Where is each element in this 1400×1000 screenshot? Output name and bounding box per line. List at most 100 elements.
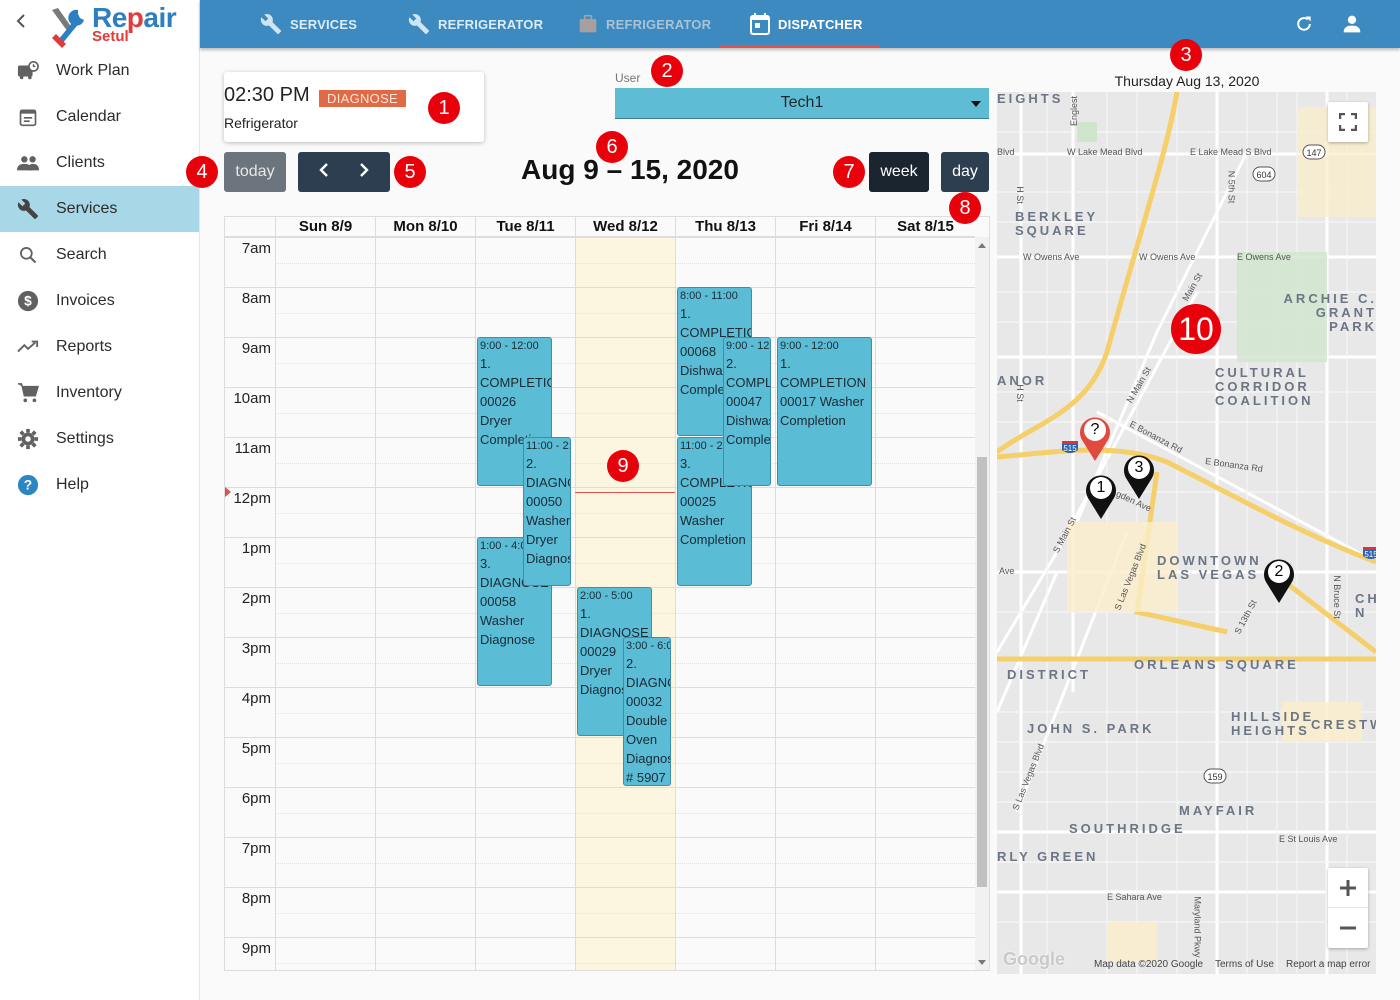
app-logo[interactable]: Repair Setul (48, 2, 188, 48)
annotation-marker: 4 (186, 156, 218, 188)
sidebar-item-calendar[interactable]: Calendar (0, 94, 199, 140)
terms-of-use-link[interactable]: Terms of Use (1215, 959, 1274, 970)
week-view-button[interactable]: week (869, 152, 929, 192)
calendar-event[interactable]: 9:00 - 12:00 1. COMPLETION 00017 Washer Comp… (777, 337, 872, 486)
day-column-header[interactable]: Mon 8/10 (375, 217, 475, 237)
calendar-scrollbar[interactable] (975, 237, 989, 970)
map-data-attribution: Map data ©2020 Google (1094, 959, 1204, 970)
annotation-marker: 8 (949, 192, 981, 224)
shield-number: 159 (1207, 772, 1222, 782)
gear-icon (16, 427, 40, 451)
fullscreen-button[interactable] (1328, 102, 1368, 142)
hour-label: 7am (241, 240, 271, 257)
street-label: H St (1014, 384, 1025, 402)
map[interactable]: EIGHTS BERKLEY SQUARE ARCHIE C. GRANT PA… (997, 92, 1376, 974)
pin-label: 3 (1134, 459, 1144, 476)
sidebar-item-search[interactable]: Search (0, 232, 199, 278)
event-text-line: 2. (526, 456, 537, 471)
map-pin-2[interactable]: 2 (1262, 556, 1296, 609)
chevron-right-icon[interactable] (358, 162, 370, 183)
user-select[interactable]: Tech1 (615, 88, 989, 119)
calendar-event[interactable]: 9:00 - 12:00 2. COMPLETION 00047 Dishwasher C… (723, 337, 771, 486)
zoom-out-button[interactable] (1328, 908, 1368, 948)
street-label: W Owens Ave (1023, 252, 1080, 262)
logo-part: p (126, 2, 144, 33)
event-text-line: COMPLETION (726, 375, 771, 390)
event-text-line: DIAGNOSE (526, 475, 570, 490)
annotation-marker: 6 (596, 131, 628, 163)
sidebar-item-label: Reports (56, 338, 113, 355)
hour-row: 8am (225, 287, 975, 337)
day-column-header[interactable]: Wed 8/12 (575, 217, 675, 237)
zoom-in-button[interactable] (1328, 868, 1368, 908)
hour-row: 6pm (225, 787, 975, 837)
calendar-event[interactable]: 11:00 - 2:00 2. DIAGNOSE 00050 Washer Dryer Di… (523, 437, 571, 586)
sidebar-item-invoices[interactable]: $ Invoices (0, 278, 199, 324)
day-column-header[interactable]: Fri 8/14 (775, 217, 875, 237)
sidebar-item-inventory[interactable]: Inventory (0, 370, 199, 416)
report-map-error-link[interactable]: Report a map error (1286, 959, 1370, 970)
event-time: 3:00 - 6:00 (626, 640, 670, 652)
street-label: Maryland Pkwy (1192, 896, 1203, 958)
map-pin-3[interactable]: 3 (1122, 452, 1156, 505)
street-label: N Bruce St (1331, 575, 1342, 619)
chevron-left-icon[interactable] (318, 162, 330, 183)
map-pin-current-job[interactable]: ? (1078, 414, 1112, 467)
calendar-body[interactable]: 7am 8am 9am 10am 11am 12pm 1pm 2pm 3pm 4pm 5pm 6pm 7… (225, 237, 975, 970)
hour-label: 8pm (241, 890, 271, 907)
tab-refrigerator-disabled[interactable]: REFRIGERATOR (578, 0, 711, 48)
tab-services[interactable]: SERVICES (260, 0, 357, 48)
day-column-header[interactable]: Thu 8/13 (675, 217, 775, 237)
map-area-label: SOUTHRIDGE (1069, 821, 1186, 836)
sidebar-item-label: Work Plan (56, 62, 130, 79)
wrench-screwdriver-logo-icon (52, 8, 84, 48)
shield-number: 515 (1063, 444, 1077, 453)
hour-label: 10am (233, 390, 271, 407)
event-text-line: 1. (580, 606, 591, 621)
event-text-line: 00047 (726, 394, 763, 409)
map-pin-1[interactable]: 1 (1084, 472, 1118, 525)
sidebar-item-label: Clients (56, 154, 105, 171)
map-area-label: ARCHIE C. GRANT PARK (1283, 291, 1376, 334)
event-text-line: Dryer (526, 532, 558, 547)
today-button[interactable]: today (224, 152, 286, 192)
prev-next-group (298, 152, 390, 192)
event-text-line: Completion (680, 532, 746, 547)
zoom-controls (1328, 868, 1368, 948)
tab-refrigerator[interactable]: REFRIGERATOR (408, 0, 543, 48)
half-hour-divider (275, 263, 975, 264)
scroll-down-arrow-icon[interactable] (978, 960, 986, 965)
hour-row: 8pm (225, 887, 975, 937)
chevron-left-icon[interactable] (16, 12, 26, 35)
wrench-icon (16, 197, 40, 221)
annotation-marker: 2 (651, 55, 683, 87)
sidebar-item-clients[interactable]: Clients (0, 140, 199, 186)
tab-dispatcher[interactable]: DISPATCHER (750, 0, 863, 48)
day-view-button[interactable]: day (941, 152, 989, 192)
sidebar-item-settings[interactable]: Settings (0, 416, 199, 462)
job-time: 02:30 PM (224, 84, 310, 106)
sidebar-item-reports[interactable]: Reports (0, 324, 199, 370)
map-area-label: EIGHTS (997, 92, 1064, 106)
scroll-thumb[interactable] (977, 457, 987, 887)
scroll-up-arrow-icon[interactable] (978, 243, 986, 248)
day-column-header[interactable]: Sun 8/9 (275, 217, 375, 237)
tab-label: REFRIGERATOR (438, 16, 544, 32)
event-text-line: 00026 (480, 394, 517, 409)
sidebar-item-label: Help (56, 476, 89, 493)
refresh-icon[interactable] (1292, 12, 1316, 36)
account-icon[interactable] (1340, 12, 1364, 36)
annotation-marker: 10 (1171, 304, 1221, 354)
sidebar-item-services[interactable]: Services (0, 186, 199, 232)
day-column-header[interactable]: Tue 8/11 (475, 217, 575, 237)
calendar-event[interactable]: 3:00 - 6:00 2. DIAGNOSE 00032 Double Oven Diag… (623, 637, 671, 786)
shield-number: 147 (1306, 148, 1321, 158)
now-indicator-arrow-icon (225, 487, 231, 497)
hour-label: 2pm (241, 590, 271, 607)
now-indicator-line (575, 492, 675, 493)
sidebar-item-help[interactable]: ? Help (0, 462, 199, 508)
sidebar-item-label: Inventory (56, 384, 122, 401)
sidebar-item-work-plan[interactable]: Work Plan (0, 48, 199, 94)
map-area-label: MAYFAIR (1179, 803, 1258, 818)
half-hour-divider (275, 913, 975, 914)
